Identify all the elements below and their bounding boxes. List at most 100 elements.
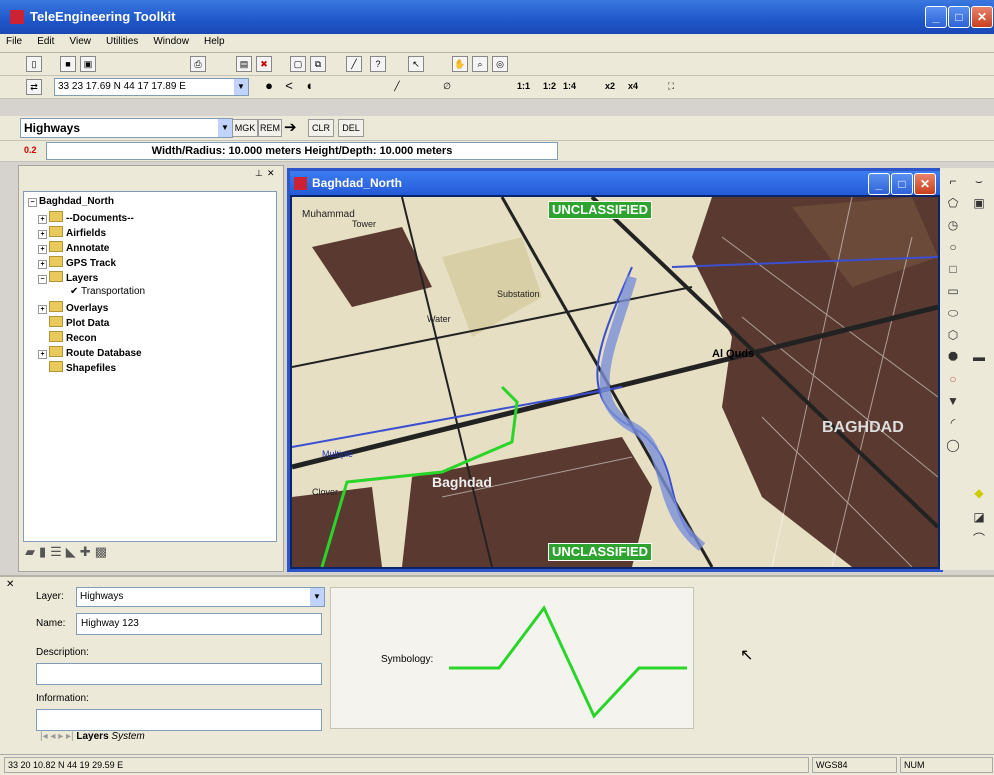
angle-tool-icon[interactable]: <: [282, 79, 296, 93]
panel-close-icon[interactable]: ✕: [6, 579, 14, 590]
classification-banner-bottom: UNCLASSIFIED: [548, 543, 653, 561]
tree-item-route-database[interactable]: + Route Database: [38, 346, 142, 359]
tree-item-layers[interactable]: − Layers: [38, 271, 98, 284]
chevron-down-icon[interactable]: ▼: [218, 119, 232, 137]
zoom-x2-button[interactable]: x2: [605, 81, 615, 91]
eraser-icon[interactable]: ◪: [970, 508, 988, 526]
tree-item-annotate[interactable]: + Annotate: [38, 241, 109, 254]
tree-item-documents[interactable]: + --Documents--: [38, 211, 134, 224]
marker-icon[interactable]: ▼: [944, 392, 962, 410]
description-field[interactable]: [36, 663, 322, 685]
halfcircle-tool-icon[interactable]: ◖: [302, 79, 316, 93]
tab-nav-arrows[interactable]: |◂ ◂ ▸ ▸|: [40, 731, 76, 742]
chevron-down-icon[interactable]: ▼: [310, 588, 324, 606]
menu-utilities[interactable]: Utilities: [100, 34, 144, 47]
menu-view[interactable]: View: [63, 34, 97, 47]
rectangle-icon[interactable]: ▭: [944, 282, 962, 300]
new-file-icon[interactable]: ▯: [26, 56, 42, 72]
print-icon[interactable]: ⎙: [190, 56, 206, 72]
menu-file[interactable]: File: [0, 34, 28, 47]
tree-item-gps-track[interactable]: + GPS Track: [38, 256, 116, 269]
menu-help[interactable]: Help: [198, 34, 231, 47]
arc-icon[interactable]: ◜: [944, 414, 962, 432]
folder-icon: [49, 316, 63, 327]
delete-icon[interactable]: ✖: [256, 56, 272, 72]
pan-icon[interactable]: ✋: [452, 56, 468, 72]
point-tool-icon[interactable]: ●: [262, 79, 276, 93]
polyline-icon[interactable]: ⌐: [944, 172, 962, 190]
checkbox-checked-icon: ✔: [70, 286, 81, 297]
ellipse-icon[interactable]: ⬭: [944, 304, 962, 322]
information-field[interactable]: [36, 709, 322, 731]
dimension-readout: Width/Radius: 10.000 meters Height/Depth…: [46, 142, 558, 160]
tree-tab-icons[interactable]: ▰▮☰◣✚▩: [25, 544, 111, 560]
tree-item-transportation[interactable]: ✔ Transportation: [70, 286, 145, 297]
draw-icon[interactable]: ╱: [346, 56, 362, 72]
map-close-button[interactable]: ✕: [914, 173, 936, 195]
tab-layers[interactable]: Layers: [76, 731, 108, 742]
highlight-icon[interactable]: ◆: [970, 484, 988, 502]
ring-icon[interactable]: ◯: [944, 436, 962, 454]
curve-icon[interactable]: ⌒: [970, 530, 988, 548]
hexagon-icon[interactable]: ⬡: [944, 326, 962, 344]
svg-text:Tower: Tower: [352, 219, 376, 229]
save-icon[interactable]: ■: [60, 56, 76, 72]
layer-icon[interactable]: ▬: [970, 348, 988, 366]
tree-item-shapefiles[interactable]: Shapefiles: [49, 361, 116, 374]
map-maximize-button[interactable]: □: [891, 173, 913, 195]
rem-button[interactable]: REM: [258, 119, 282, 137]
clr-button[interactable]: CLR: [308, 119, 334, 137]
zoom-x4-button[interactable]: x4: [628, 81, 638, 91]
arrow-right-icon[interactable]: ➔: [284, 118, 297, 136]
menu-window[interactable]: Window: [147, 34, 195, 47]
circle-clock-icon[interactable]: ◷: [944, 216, 962, 234]
globe-icon[interactable]: ◎: [492, 56, 508, 72]
zoom-1-1-button[interactable]: 1:1: [517, 81, 530, 91]
zoom-1-2-button[interactable]: 1:2: [543, 81, 556, 91]
red-circle-icon[interactable]: ○: [944, 370, 962, 388]
folder-icon: [49, 211, 63, 222]
octagon-icon[interactable]: ⯃: [944, 348, 962, 366]
mgk-button[interactable]: MGK: [232, 119, 258, 137]
circle-icon[interactable]: ○: [944, 238, 962, 256]
panel-close-icon[interactable]: ✕: [267, 168, 275, 179]
pointer-icon[interactable]: ↖: [408, 56, 424, 72]
tree-item-airfields[interactable]: + Airfields: [38, 226, 106, 239]
polygon-icon[interactable]: ⬠: [944, 194, 962, 212]
tree-item-overlays[interactable]: + Overlays: [38, 301, 108, 314]
coordinate-combo[interactable]: 33 23 17.69 N 44 17 17.89 E ▼: [54, 78, 249, 96]
export-icon[interactable]: ⧉: [310, 56, 326, 72]
map-minimize-button[interactable]: _: [868, 173, 890, 195]
tree-item-plot-data[interactable]: Plot Data: [49, 316, 109, 329]
tab-system[interactable]: System: [111, 731, 144, 742]
print-preview-icon[interactable]: ▤: [236, 56, 252, 72]
info-icon[interactable]: ?: [370, 56, 386, 72]
dimension-toolbar: 0.2 Width/Radius: 10.000 meters Height/D…: [0, 141, 994, 162]
line-tool-icon[interactable]: ╱: [390, 79, 404, 93]
panel-pin-icon[interactable]: ⊥: [255, 168, 263, 179]
square-icon[interactable]: □: [944, 260, 962, 278]
polyline-alt-icon[interactable]: ⌣: [970, 172, 988, 190]
maximize-button[interactable]: □: [948, 6, 970, 28]
fullscreen-icon[interactable]: ⛶: [664, 79, 678, 93]
map-canvas[interactable]: Muhammad Al Quds BAGHDAD Baghdad Multipl…: [292, 197, 938, 567]
no-entry-icon[interactable]: ∅: [440, 79, 454, 93]
locate-icon[interactable]: ⇄: [26, 79, 42, 95]
layer-select[interactable]: Highways ▼: [20, 118, 233, 138]
window-icon[interactable]: ▢: [290, 56, 306, 72]
name-field[interactable]: Highway 123: [76, 613, 322, 635]
del-button[interactable]: DEL: [338, 119, 364, 137]
save-all-icon[interactable]: ▣: [80, 56, 96, 72]
mouse-cursor-icon: ↖: [740, 647, 754, 664]
stamp-icon[interactable]: ▣: [970, 194, 988, 212]
tree-root[interactable]: − Baghdad_North: [28, 196, 114, 207]
tree-item-recon[interactable]: Recon: [49, 331, 97, 344]
close-button[interactable]: ✕: [971, 6, 993, 28]
layer-combo[interactable]: Highways ▼: [76, 587, 325, 607]
zoom-1-4-button[interactable]: 1:4: [563, 81, 576, 91]
chevron-down-icon[interactable]: ▼: [234, 79, 248, 95]
minimize-button[interactable]: _: [925, 6, 947, 28]
svg-text:Baghdad: Baghdad: [432, 474, 492, 490]
zoom-icon[interactable]: ⌕: [472, 56, 488, 72]
menu-edit[interactable]: Edit: [31, 34, 60, 47]
